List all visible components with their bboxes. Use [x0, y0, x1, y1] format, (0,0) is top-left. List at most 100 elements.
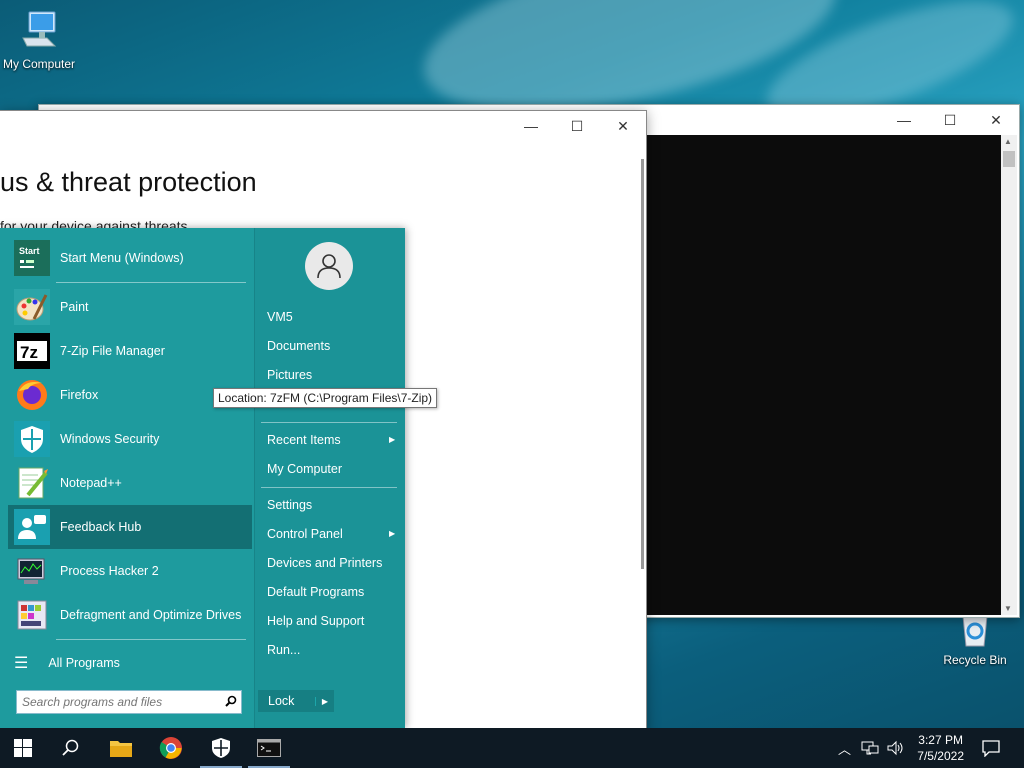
search-button[interactable] — [48, 728, 94, 768]
chevron-up-icon[interactable]: ︿ — [838, 739, 851, 758]
scroll-down-icon[interactable]: ▼ — [1004, 604, 1012, 613]
search-icon — [62, 739, 79, 756]
program-label: Start Menu (Windows) — [60, 251, 184, 265]
terminal-icon — [257, 739, 281, 757]
7zip-icon: 7z — [14, 333, 50, 369]
program-feedback-hub[interactable]: Feedback Hub — [8, 505, 252, 549]
taskbar: ︿ 3:27 PM 7/5/2022 — [0, 728, 1024, 768]
program-paint[interactable]: Paint — [8, 285, 252, 329]
maximize-icon[interactable]: ☐ — [554, 111, 600, 141]
close-icon[interactable]: ✕ — [973, 105, 1019, 135]
minimize-icon[interactable]: — — [508, 111, 554, 141]
avatar[interactable] — [305, 242, 353, 290]
lock-button[interactable]: Lock ▶ — [258, 690, 334, 712]
recycle-bin-desktop-icon[interactable]: Recycle Bin — [930, 612, 1020, 667]
clock-time: 3:27 PM — [918, 733, 963, 747]
svg-text:7z: 7z — [20, 343, 38, 362]
search-icon[interactable] — [221, 695, 241, 710]
chrome-icon — [159, 737, 182, 759]
settings-link[interactable]: Settings — [267, 498, 312, 512]
scroll-thumb[interactable] — [1003, 151, 1015, 167]
run-link[interactable]: Run... — [267, 643, 300, 657]
shield-icon — [212, 738, 230, 758]
program-label: Notepad++ — [60, 476, 122, 490]
divider — [56, 639, 246, 640]
page-title: us & threat protection — [0, 167, 257, 197]
notifications-button[interactable] — [968, 728, 1014, 768]
defender-title-buttons: — ☐ ✕ — [508, 111, 646, 141]
start-menu: Start Start Menu (Windows) Paint 7z 7-Zi… — [0, 228, 405, 728]
program-windows-security[interactable]: Windows Security — [8, 417, 252, 461]
recent-items-label: Recent Items — [267, 433, 341, 447]
search-input[interactable] — [17, 694, 221, 710]
scroll-up-icon[interactable]: ▲ — [1004, 137, 1012, 146]
search-box[interactable] — [16, 690, 242, 714]
tooltip: Location: 7zFM (C:\Program Files\7-Zip) — [213, 388, 438, 408]
my-computer-link[interactable]: My Computer — [267, 462, 342, 476]
program-label: Windows Security — [60, 432, 160, 446]
defrag-icon — [14, 597, 50, 633]
start-menu-right-pane: VM5 Documents Pictures Music Recent Item… — [254, 228, 405, 728]
help-support-link[interactable]: Help and Support — [267, 614, 364, 628]
list-icon: ☰ — [14, 655, 29, 672]
all-programs-button[interactable]: ☰ All Programs — [14, 653, 120, 673]
shield-icon — [14, 421, 50, 457]
user-link[interactable]: VM5 — [267, 310, 293, 324]
svg-text:Start: Start — [19, 246, 40, 256]
divider — [56, 282, 246, 283]
console-screen[interactable] — [647, 135, 1001, 615]
minimize-icon[interactable]: — — [881, 105, 927, 135]
taskbar-clock[interactable]: 3:27 PM 7/5/2022 — [917, 732, 964, 764]
computer-icon — [22, 11, 57, 47]
default-programs-link[interactable]: Default Programs — [267, 585, 364, 599]
folder-icon — [110, 741, 132, 757]
control-panel-label: Control Panel — [267, 527, 343, 541]
console-title-buttons: — ☐ ✕ — [881, 105, 1019, 135]
program-label: Feedback Hub — [60, 520, 142, 534]
program-defrag[interactable]: Defragment and Optimize Drives — [8, 593, 252, 637]
recent-items-link[interactable]: Recent Items ▶ — [267, 433, 403, 447]
program-label: 7-Zip File Manager — [60, 344, 165, 358]
feedback-hub-icon — [14, 509, 50, 545]
documents-link[interactable]: Documents — [267, 339, 330, 353]
firefox-icon — [14, 377, 50, 413]
control-panel-link[interactable]: Control Panel ▶ — [267, 527, 403, 541]
network-icon[interactable] — [861, 740, 879, 756]
defender-scrollbar[interactable] — [641, 159, 644, 569]
paint-palette-icon — [14, 289, 50, 325]
notification-icon — [982, 740, 1000, 757]
recycle-bin-label: Recycle Bin — [943, 653, 1007, 667]
start-menu-programs: Start Start Menu (Windows) Paint 7z 7-Zi… — [8, 236, 252, 642]
program-label: Firefox — [60, 388, 99, 402]
chevron-right-icon[interactable]: ▶ — [315, 696, 334, 706]
all-programs-label: All Programs — [48, 656, 120, 670]
taskbar-console[interactable] — [246, 728, 292, 768]
close-icon[interactable]: ✕ — [600, 111, 646, 141]
taskbar-chrome[interactable] — [148, 728, 194, 768]
maximize-icon[interactable]: ☐ — [927, 105, 973, 135]
program-notepadpp[interactable]: Notepad++ — [8, 461, 252, 505]
start-button[interactable] — [0, 728, 46, 768]
taskbar-windows-security[interactable] — [198, 728, 244, 768]
chevron-right-icon: ▶ — [389, 435, 396, 444]
program-label: Paint — [60, 300, 89, 314]
start-menu-icon: Start — [14, 240, 50, 276]
lock-label: Lock — [268, 694, 295, 708]
pictures-link[interactable]: Pictures — [267, 368, 312, 382]
devices-printers-link[interactable]: Devices and Printers — [267, 556, 382, 570]
my-computer-label: My Computer — [2, 57, 76, 71]
divider — [261, 422, 397, 423]
chevron-right-icon: ▶ — [389, 529, 396, 538]
program-start-menu[interactable]: Start Start Menu (Windows) — [8, 236, 252, 280]
taskbar-file-explorer[interactable] — [98, 728, 144, 768]
console-scrollbar[interactable]: ▲ ▼ — [1001, 135, 1017, 615]
user-icon — [317, 254, 341, 279]
divider — [261, 487, 397, 488]
process-hacker-icon — [14, 553, 50, 589]
program-label: Defragment and Optimize Drives — [60, 607, 242, 622]
program-7zip[interactable]: 7z 7-Zip File Manager — [8, 329, 252, 373]
my-computer-desktop-icon[interactable]: My Computer — [0, 8, 84, 71]
system-tray: ︿ — [838, 728, 905, 768]
program-process-hacker[interactable]: Process Hacker 2 — [8, 549, 252, 593]
volume-icon[interactable] — [887, 740, 905, 756]
